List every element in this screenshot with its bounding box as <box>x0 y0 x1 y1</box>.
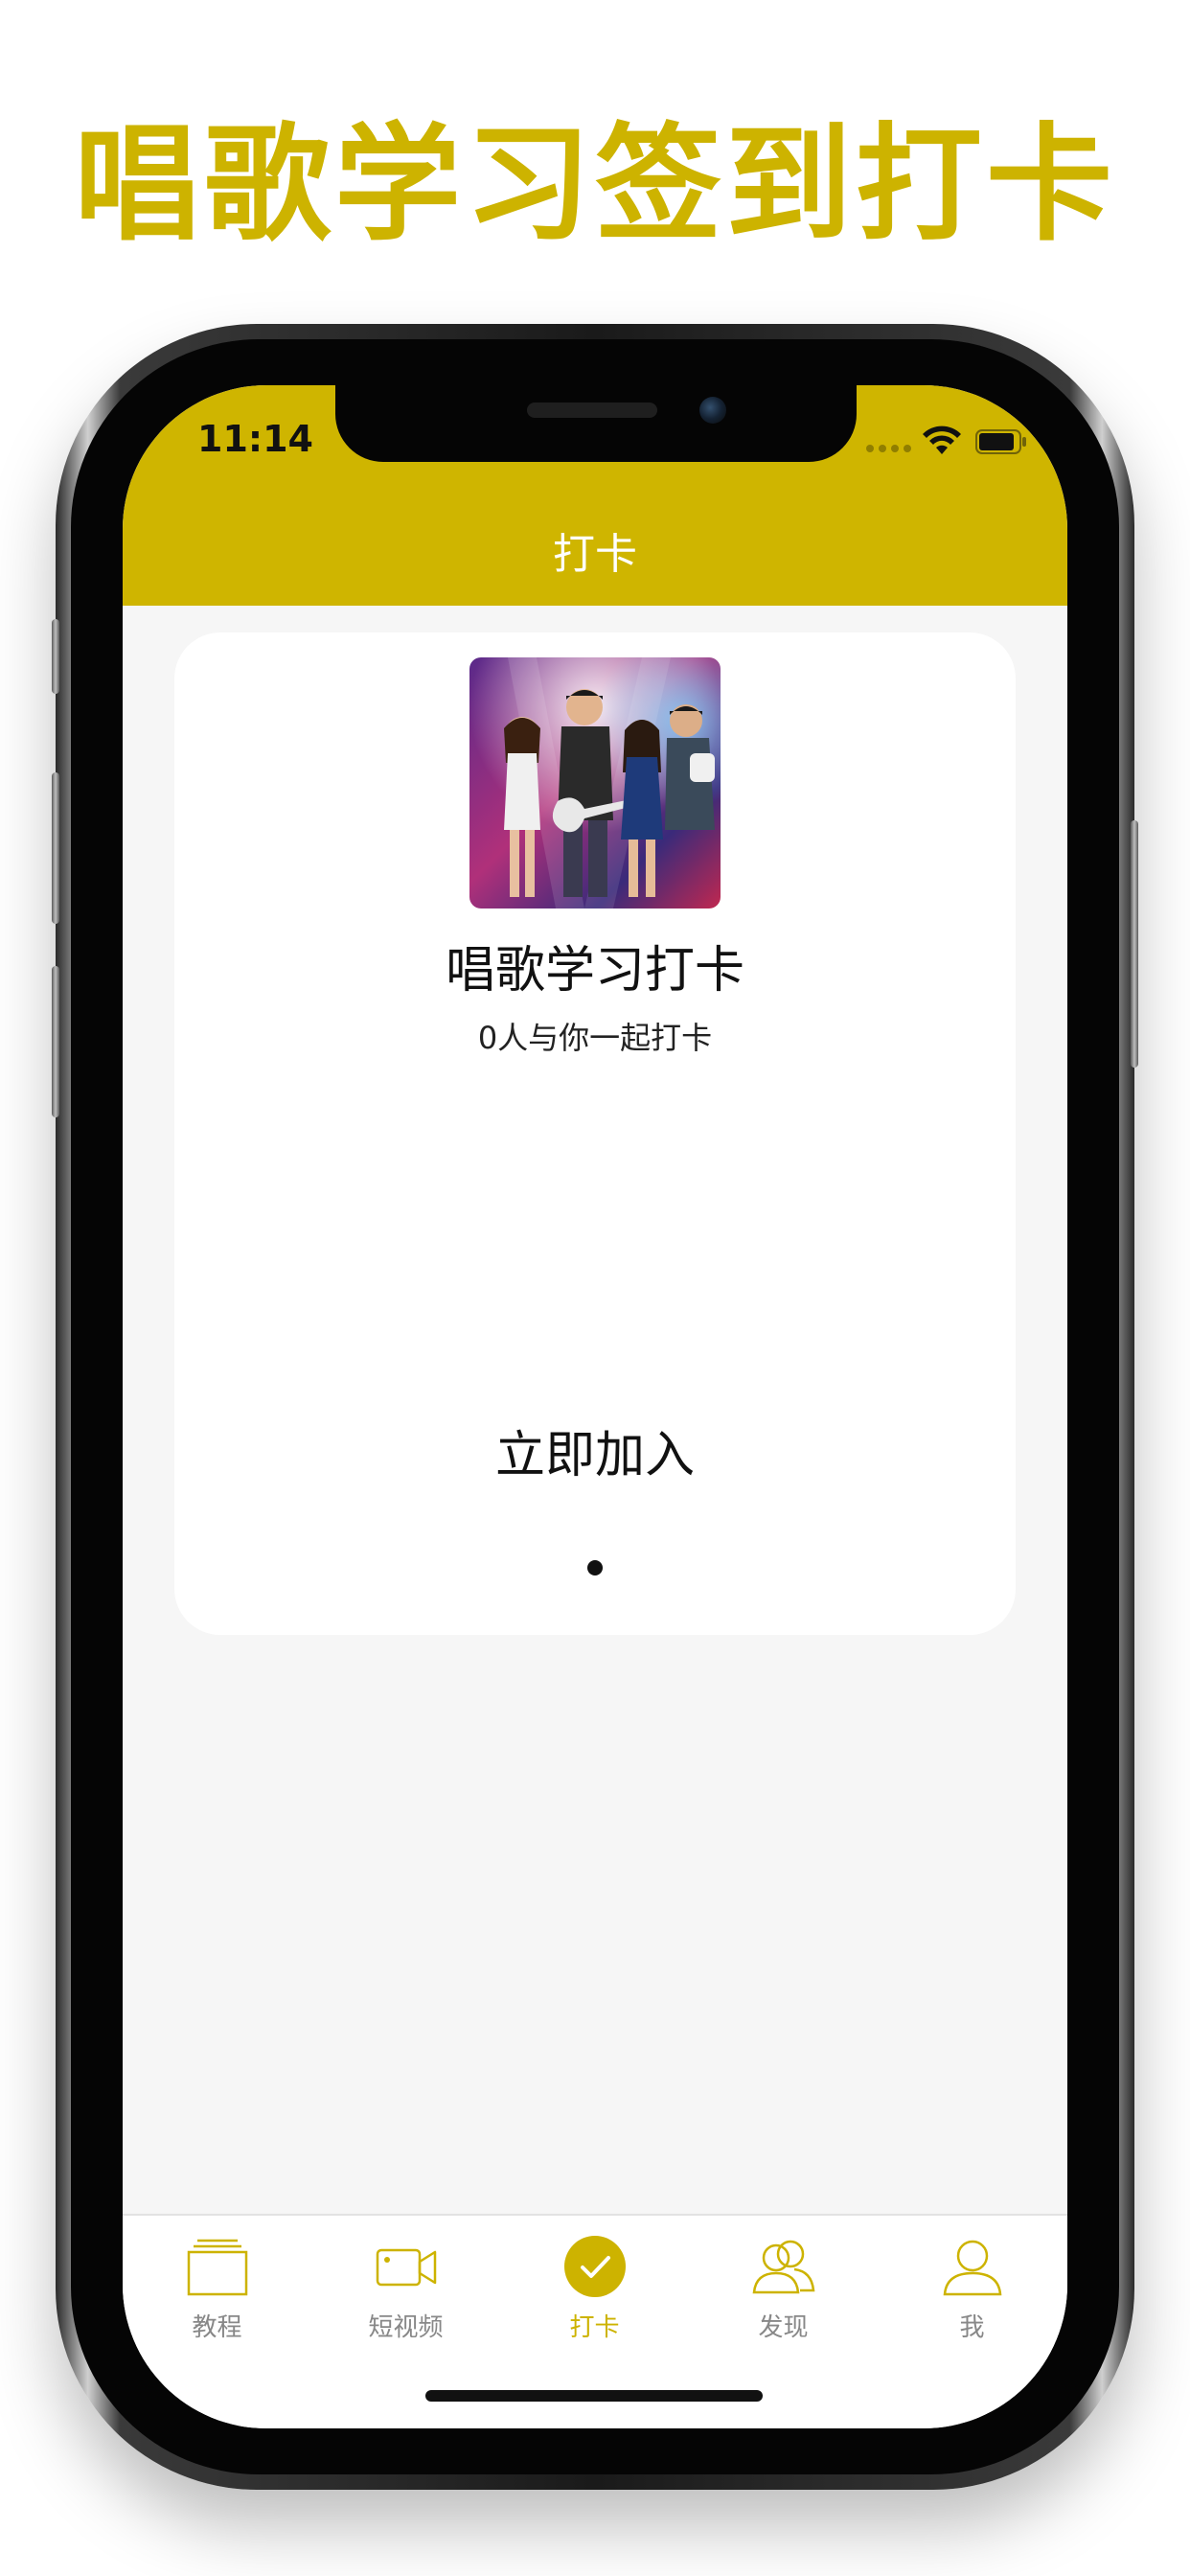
header-bar: 11:14 打卡 <box>123 385 1067 606</box>
checkmark-circle-icon <box>564 2236 626 2297</box>
cover-image <box>469 657 721 908</box>
tab-label: 我 <box>959 2313 985 2342</box>
battery-icon <box>975 429 1026 454</box>
checkin-title: 唱歌学习打卡 <box>445 942 744 1000</box>
tab-discover[interactable]: 发现 <box>689 2216 878 2359</box>
mute-switch <box>52 619 59 694</box>
people-icon <box>752 2240 815 2294</box>
status-time: 11:14 <box>197 418 313 460</box>
volume-up-button <box>52 772 59 924</box>
video-camera-icon <box>376 2248 437 2287</box>
page-indicator-dot <box>587 1560 603 1576</box>
front-camera <box>699 397 726 424</box>
app-screen: 11:14 打卡 唱歌学习打卡 0人与你一起打卡 立即加入 教程 短视频 打卡 … <box>123 385 1067 2428</box>
speaker-grille <box>527 402 657 418</box>
home-indicator[interactable] <box>425 2390 763 2402</box>
checkin-card[interactable]: 唱歌学习打卡 0人与你一起打卡 立即加入 <box>174 632 1016 1635</box>
tab-tutorial[interactable]: 教程 <box>123 2216 311 2359</box>
book-icon <box>187 2239 248 2296</box>
tab-label: 打卡 <box>569 2313 620 2342</box>
nav-title: 打卡 <box>553 530 637 579</box>
tab-short-video[interactable]: 短视频 <box>311 2216 500 2359</box>
promo-headline: 唱歌学习签到打卡 <box>74 111 1116 259</box>
wifi-icon <box>923 426 961 454</box>
power-button <box>1131 820 1138 1068</box>
tab-label: 教程 <box>192 2313 242 2342</box>
participant-count: 0人与你一起打卡 <box>477 1020 713 1056</box>
notch <box>335 385 857 462</box>
tab-checkin[interactable]: 打卡 <box>500 2216 689 2359</box>
tab-label: 短视频 <box>368 2313 444 2342</box>
singers-photo <box>469 657 721 908</box>
tab-label: 发现 <box>758 2313 809 2342</box>
join-button[interactable]: 立即加入 <box>451 1409 739 1491</box>
volume-down-button <box>52 966 59 1117</box>
person-icon <box>943 2240 1002 2296</box>
tab-me[interactable]: 我 <box>878 2216 1066 2359</box>
cellular-signal-icon <box>866 445 911 452</box>
